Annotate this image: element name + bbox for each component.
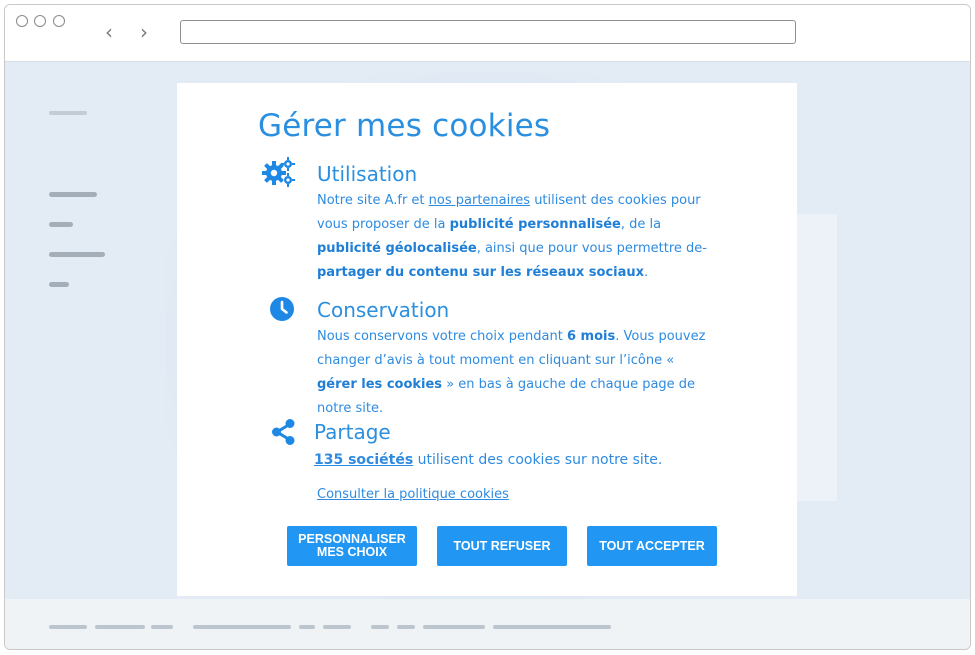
section-heading-conservation: Conservation — [317, 298, 450, 322]
text-fragment: Nous conservons votre choix pendant — [317, 329, 567, 344]
blurred-footer-link — [49, 625, 87, 629]
clock-icon — [269, 296, 301, 328]
blurred-footer-link — [423, 625, 485, 629]
blurred-nav-item — [49, 222, 73, 227]
refuse-all-button[interactable]: TOUT REFUSER — [437, 526, 567, 566]
blurred-footer-link — [397, 625, 415, 629]
section-body-partage: 135 sociétés utilisent des cookies sur n… — [314, 448, 714, 472]
blurred-footer-link — [323, 625, 351, 629]
gears-icon — [262, 157, 295, 189]
text-fragment: . — [644, 265, 649, 280]
share-icon — [271, 418, 303, 450]
browser-titlebar: ‹ › — [5, 5, 970, 62]
bold-text: publicité géolocalisée — [317, 241, 477, 256]
cookie-policy-link[interactable]: Consulter la politique cookies — [317, 487, 509, 502]
blurred-footer-link — [151, 625, 173, 629]
text-fragment: , ainsi que pour vous permettre de- — [476, 241, 707, 256]
text-fragment: Notre site A.fr et — [317, 193, 429, 208]
blurred-footer-link — [193, 625, 291, 629]
section-heading-utilisation: Utilisation — [317, 162, 418, 186]
customize-choices-button[interactable]: PERSONNALISER MES CHOIX — [287, 526, 417, 566]
bold-text: partager du contenu sur les réseaux soci… — [317, 265, 645, 280]
section-body-conservation: Nous conservons votre choix pendant 6 mo… — [317, 325, 717, 421]
section-heading-partage: Partage — [314, 420, 391, 444]
companies-link[interactable]: 135 sociétés — [314, 452, 413, 468]
blurred-footer-link — [95, 625, 145, 629]
blurred-nav-item — [49, 252, 105, 257]
text-fragment: , de la — [620, 217, 662, 232]
partners-link[interactable]: nos partenaires — [429, 193, 530, 208]
window-minimize-dot[interactable] — [34, 15, 46, 27]
bold-text: publicité personnalisée — [449, 217, 621, 232]
accept-all-button[interactable]: TOUT ACCEPTER — [587, 526, 717, 566]
window-close-dot[interactable] — [16, 15, 28, 27]
forward-arrow-icon[interactable]: › — [134, 21, 154, 43]
section-body-utilisation: Notre site A.fr et nos partenaires utili… — [317, 189, 717, 285]
bold-text: gérer les cookies — [317, 377, 443, 392]
blurred-nav-item — [49, 192, 97, 197]
blurred-content-card — [797, 214, 837, 501]
bold-text: 6 mois — [566, 329, 616, 344]
cookie-consent-modal: Gérer mes cookies Utilisation Notre site… — [177, 83, 797, 596]
text-fragment: utilisent des cookies sur notre site. — [413, 452, 663, 468]
modal-title: Gérer mes cookies — [258, 108, 551, 144]
blurred-footer — [5, 599, 970, 649]
blurred-logo — [49, 111, 87, 115]
blurred-footer-link — [493, 625, 611, 629]
window-zoom-dot[interactable] — [53, 15, 65, 27]
blurred-nav-item — [49, 282, 69, 287]
blurred-footer-link — [299, 625, 315, 629]
blurred-footer-link — [371, 625, 389, 629]
back-arrow-icon[interactable]: ‹ — [99, 21, 119, 43]
address-bar[interactable] — [180, 20, 796, 44]
